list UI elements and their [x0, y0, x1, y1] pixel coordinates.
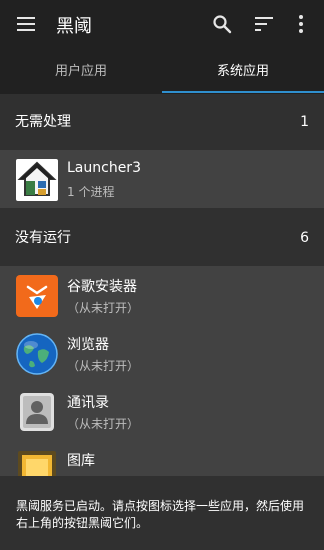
tab-user-apps[interactable]: 用户应用	[0, 50, 162, 94]
app-name: 谷歌安装器	[67, 279, 137, 295]
section-label: 没有运行	[15, 230, 71, 246]
app-bar: 黑阈	[0, 0, 324, 50]
section-count: 6	[300, 230, 309, 246]
section-count: 1	[300, 114, 309, 130]
service-status-message: 黑阈服务已启动。请点按图标选择一些应用，然后使用右上角的按钮黑阈它们。	[16, 499, 305, 530]
app-name: 图库	[67, 453, 95, 469]
app-status: 1 个进程	[67, 185, 115, 199]
tab-bar: 用户应用 系统应用	[0, 50, 324, 94]
launcher-house-icon	[16, 159, 58, 201]
tab-indicator	[162, 91, 324, 93]
app-name: 通讯录	[67, 395, 109, 411]
section-header-not-running: 没有运行 6	[0, 210, 324, 266]
contacts-icon	[20, 393, 54, 431]
app-title: 黑阈	[56, 16, 92, 37]
browser-globe-icon	[16, 333, 58, 375]
app-status: （从未打开）	[67, 359, 140, 373]
app-status: （从未打开）	[67, 301, 140, 315]
app-name: Launcher3	[67, 160, 141, 176]
app-row-contacts[interactable]: 通讯录 （从未打开）	[0, 382, 324, 440]
status-footer: 黑阈服务已启动。请点按图标选择一些应用，然后使用右上角的按钮黑阈它们。	[0, 476, 324, 550]
app-name: 浏览器	[67, 337, 109, 353]
app-row-google-installer[interactable]: 谷歌安装器 （从未打开）	[0, 266, 324, 324]
app-row-browser[interactable]: 浏览器 （从未打开）	[0, 324, 324, 382]
app-row-launcher3[interactable]: Launcher3 1 个进程	[0, 150, 324, 208]
app-status: （从未打开）	[67, 417, 140, 431]
more-vert-icon[interactable]	[297, 14, 305, 34]
section-label: 无需处理	[15, 114, 71, 130]
sort-icon[interactable]	[254, 16, 274, 32]
tab-system-apps[interactable]: 系统应用	[162, 50, 324, 94]
google-installer-icon	[16, 275, 58, 317]
search-icon[interactable]	[212, 14, 232, 34]
section-header-no-action: 无需处理 1	[0, 94, 324, 150]
menu-icon[interactable]	[17, 17, 35, 31]
